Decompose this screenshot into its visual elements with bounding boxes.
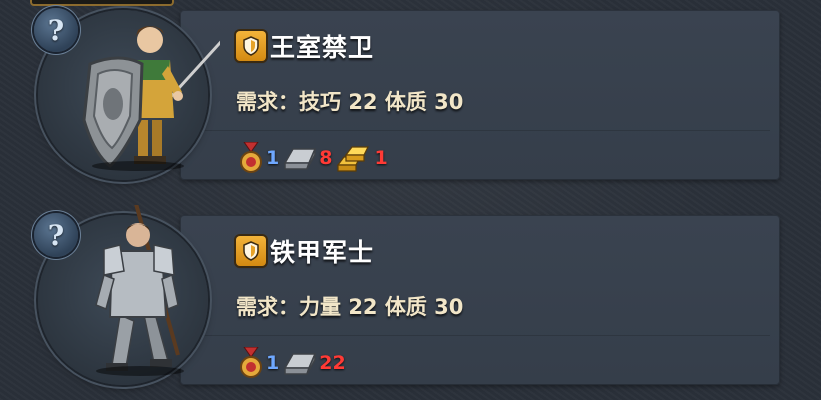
unit-cost: 1 22 xyxy=(238,347,350,379)
iron-count: 8 xyxy=(319,147,333,169)
unit-title: 铁甲军士 xyxy=(236,233,374,269)
unit-requirement: 需求：力量 22 体质 30 xyxy=(236,291,463,321)
iron-ingot-icon xyxy=(283,353,317,375)
requirement-stat-2: 体质 xyxy=(384,295,427,319)
question-mark-icon: ? xyxy=(47,218,65,252)
requirement-stat-1: 技巧 xyxy=(299,90,341,114)
medal-count: 1 xyxy=(266,352,280,374)
requirement-value-1: 22 xyxy=(348,90,378,114)
unit-row-ironclad-soldier[interactable]: ? 铁甲军士 需求：力量 22 体质 30 1 22 xyxy=(0,205,821,395)
unit-name: 王室禁卫 xyxy=(270,33,375,62)
requirement-stat-2: 体质 xyxy=(384,90,427,114)
unit-name: 铁甲军士 xyxy=(270,238,375,267)
iron-ingot-icon xyxy=(283,148,317,170)
medal-icon xyxy=(240,142,262,173)
medal-icon xyxy=(240,347,262,378)
help-button[interactable]: ? xyxy=(34,8,78,52)
requirement-label: 需求： xyxy=(236,90,299,114)
shield-icon xyxy=(236,31,266,61)
requirement-value-2: 30 xyxy=(434,90,464,114)
gold-count: 1 xyxy=(374,147,388,169)
requirement-value-1: 22 xyxy=(348,295,378,319)
unit-row-royal-guard[interactable]: ? 王室禁卫 需求：技巧 22 体质 30 1 8 1 xyxy=(0,0,821,190)
unit-title: 王室禁卫 xyxy=(236,28,374,64)
gold-bars-icon xyxy=(337,146,370,172)
unit-requirement: 需求：技巧 22 体质 30 xyxy=(236,86,463,116)
help-button[interactable]: ? xyxy=(34,213,78,257)
medal-count: 1 xyxy=(266,147,280,169)
requirement-value-2: 30 xyxy=(434,295,464,319)
question-mark-icon: ? xyxy=(47,13,65,47)
requirement-stat-1: 力量 xyxy=(299,295,341,319)
shield-icon xyxy=(236,236,266,266)
unit-cost: 1 8 1 xyxy=(238,142,392,174)
iron-count: 22 xyxy=(319,352,346,374)
requirement-label: 需求： xyxy=(236,295,299,319)
